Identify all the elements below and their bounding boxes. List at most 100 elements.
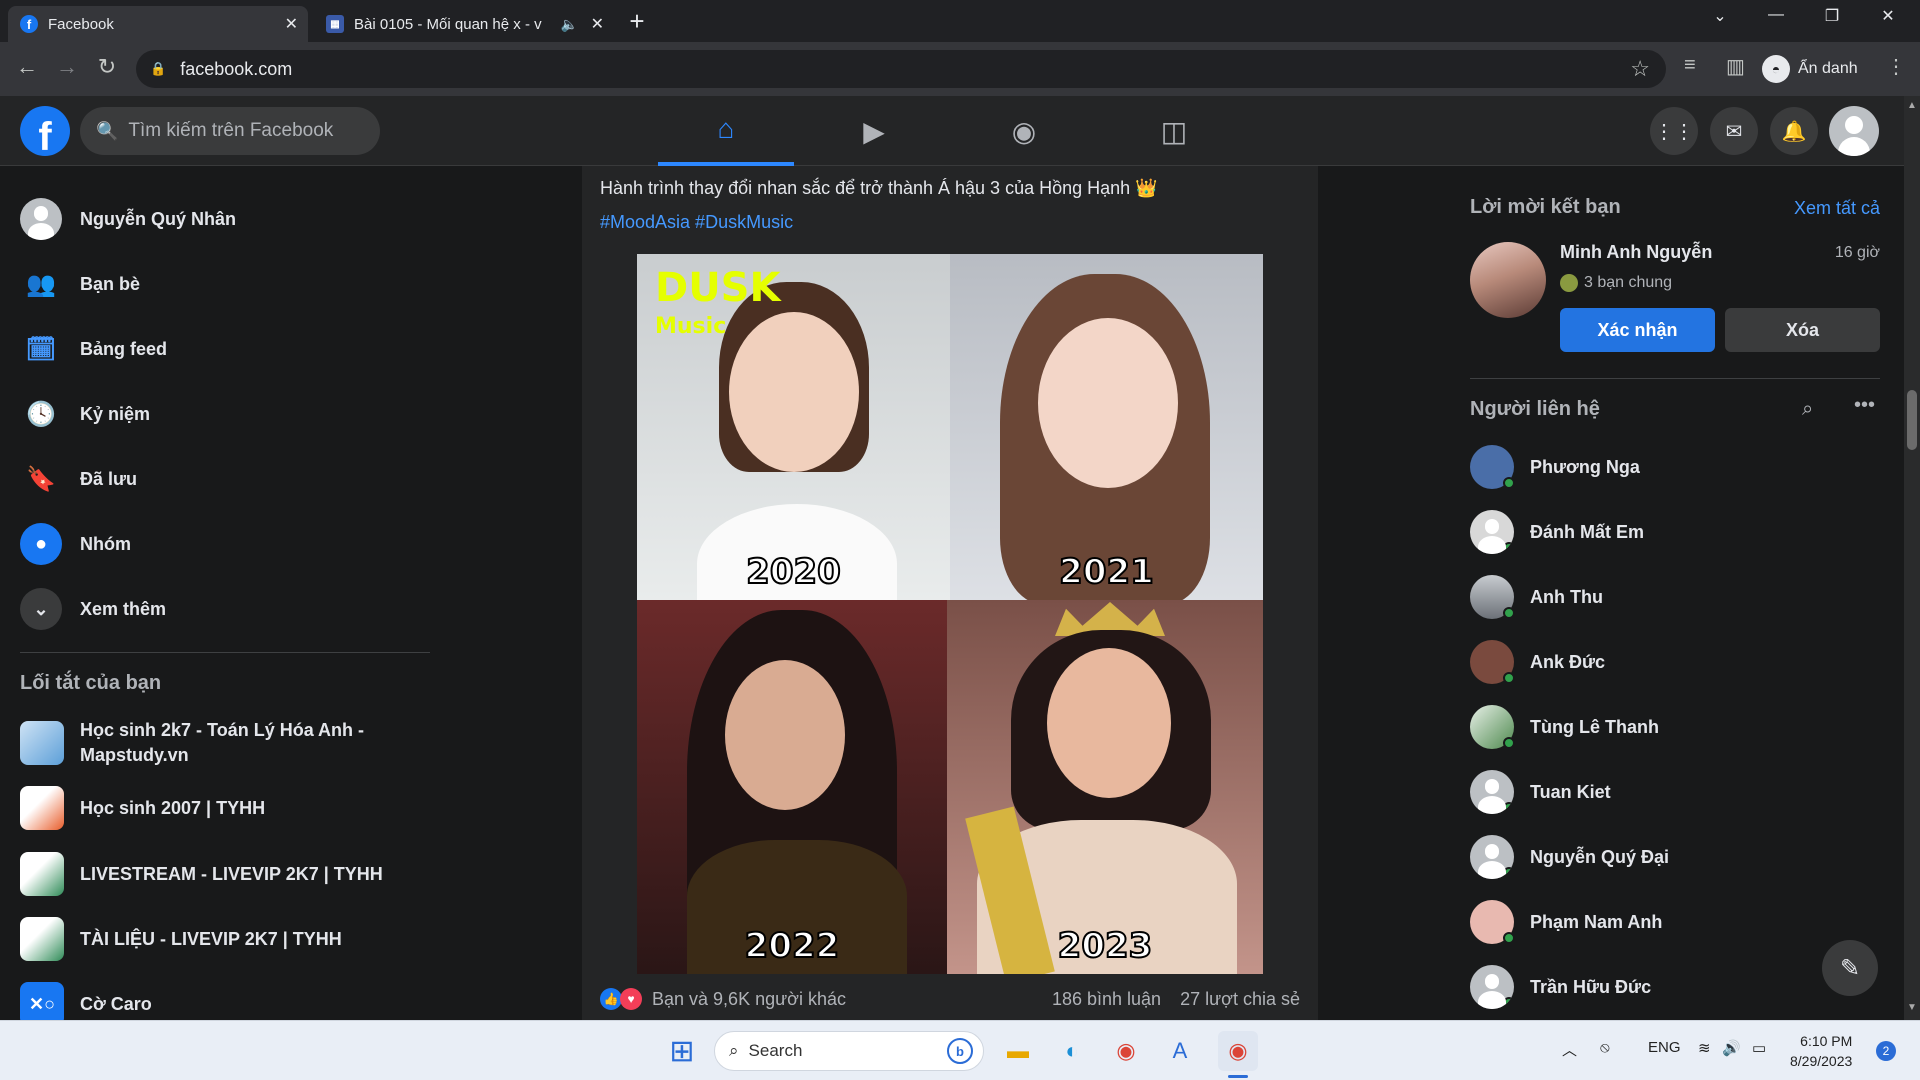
contact-avatar bbox=[1470, 900, 1515, 944]
forward-icon[interactable]: → bbox=[52, 54, 82, 80]
face-shape bbox=[1047, 648, 1171, 798]
scroll-down-icon[interactable]: ▼ bbox=[1907, 1002, 1917, 1013]
contact-item[interactable]: Ank Đức bbox=[1470, 637, 1605, 687]
contact-item[interactable]: Phạm Nam Anh bbox=[1470, 897, 1662, 947]
back-icon[interactable]: ← bbox=[12, 54, 42, 80]
see-all-link[interactable]: Xem tất cả bbox=[1794, 198, 1880, 219]
app-store-icon[interactable]: A bbox=[1160, 1031, 1200, 1071]
edge-icon[interactable]: ◐ bbox=[1052, 1031, 1092, 1071]
sidebar-item-profile[interactable]: Nguyễn Quý Nhân bbox=[20, 194, 236, 244]
friend-request-avatar[interactable] bbox=[1470, 242, 1546, 318]
messenger-icon: ✉ bbox=[1725, 120, 1743, 143]
comment-count[interactable]: 186 bình luận bbox=[1052, 989, 1161, 1009]
more-options-icon[interactable]: ••• bbox=[1854, 394, 1875, 417]
menu-button[interactable]: ⋮⋮ bbox=[1650, 107, 1698, 155]
bookmark-star-icon[interactable]: ☆ bbox=[1630, 56, 1650, 82]
file-explorer-icon[interactable]: ▬ bbox=[998, 1031, 1038, 1071]
close-tab-icon[interactable]: ✕ bbox=[591, 14, 604, 34]
shortcut-item[interactable]: Học sinh 2k7 - Toán Lý Hóa Anh - Mapstud… bbox=[20, 718, 364, 768]
contact-item[interactable]: Anh Thu bbox=[1470, 572, 1603, 622]
right-sidebar: Lời mời kết bạn Xem tất cả Minh Anh Nguy… bbox=[1470, 166, 1890, 1020]
page-scrollbar[interactable]: ▲ ▼ bbox=[1904, 96, 1920, 1020]
tab-search-icon[interactable]: ⌄ bbox=[1700, 6, 1740, 26]
volume-icon[interactable]: 🔊 bbox=[1722, 1039, 1741, 1057]
groups-tab[interactable]: ◉ bbox=[956, 96, 1092, 166]
shortcut-thumbnail bbox=[20, 786, 64, 830]
shortcut-item[interactable]: LIVESTREAM - LIVEVIP 2K7 | TYHH bbox=[20, 852, 383, 896]
account-avatar[interactable] bbox=[1829, 106, 1879, 156]
browser-tab-bar: f Facebook ✕ ▦ Bài 0105 - Mối quan hệ x … bbox=[0, 0, 1920, 42]
sidebar-item-memories[interactable]: 🕓 Kỷ niệm bbox=[20, 389, 150, 439]
bing-icon[interactable]: b bbox=[947, 1038, 973, 1064]
address-bar[interactable]: 🔒 facebook.com ☆ bbox=[136, 50, 1666, 88]
close-window-button[interactable]: ✕ bbox=[1868, 6, 1908, 26]
dusk-music-watermark: DUSK Music bbox=[655, 265, 781, 339]
battery-icon[interactable]: ▭ bbox=[1752, 1039, 1766, 1057]
incognito-badge[interactable]: ◓ Ẩn danh bbox=[1762, 50, 1858, 88]
tab-document[interactable]: ▦ Bài 0105 - Mối quan hệ x - v 🔈 ✕ bbox=[314, 6, 614, 42]
sidebar-item-saved[interactable]: 🔖 Đã lưu bbox=[20, 454, 137, 504]
online-indicator bbox=[1503, 737, 1515, 749]
friend-request-name[interactable]: Minh Anh Nguyễn bbox=[1560, 242, 1712, 263]
new-tab-button[interactable]: + bbox=[622, 6, 652, 36]
shortcut-item[interactable]: TÀI LIỆU - LIVEVIP 2K7 | TYHH bbox=[20, 917, 342, 961]
lock-icon[interactable]: 🔒 bbox=[150, 61, 166, 77]
windows-start-icon[interactable]: ⊞ bbox=[662, 1031, 702, 1071]
reading-list-icon[interactable]: ≡ bbox=[1684, 54, 1696, 77]
gaming-tab[interactable]: ◫ bbox=[1106, 96, 1242, 166]
watch-tab[interactable]: ▶ bbox=[806, 96, 942, 166]
side-panel-icon[interactable]: ▥ bbox=[1726, 54, 1745, 79]
mutual-friends[interactable]: 3 bạn chung bbox=[1560, 274, 1672, 292]
contact-item[interactable]: Tùng Lê Thanh bbox=[1470, 702, 1659, 752]
close-tab-icon[interactable]: ✕ bbox=[285, 14, 298, 34]
scroll-up-icon[interactable]: ▲ bbox=[1907, 100, 1917, 111]
browser-menu-icon[interactable]: ⋮ bbox=[1886, 54, 1906, 79]
delete-button[interactable]: Xóa bbox=[1725, 308, 1880, 352]
facebook-header: f 🔍 Tìm kiếm trên Facebook ⌂ ▶ ◉ ◫ ⋮⋮ ✉ … bbox=[0, 96, 1904, 166]
contact-item[interactable]: Đánh Mất Em bbox=[1470, 507, 1644, 557]
audio-playing-icon[interactable]: 🔈 bbox=[561, 16, 578, 33]
post-image[interactable]: DUSK Music 2020 2021 2022 2023 bbox=[637, 254, 1263, 974]
language-indicator[interactable]: ENG bbox=[1648, 1039, 1681, 1056]
sidebar-item-friends[interactable]: 👥 Bạn bè bbox=[20, 259, 140, 309]
sidebar-item-see-more[interactable]: ⌄ Xem thêm bbox=[20, 584, 166, 634]
contact-avatar bbox=[1470, 705, 1515, 749]
feed-post: Hành trình thay đổi nhan sắc để trở thàn… bbox=[582, 166, 1318, 1020]
restore-button[interactable]: ❐ bbox=[1812, 6, 1852, 26]
shortcut-label: Học sinh 2k7 - Toán Lý Hóa Anh - bbox=[80, 720, 365, 740]
post-hashtags[interactable]: #MoodAsia #DuskMusic bbox=[600, 212, 793, 233]
facebook-logo[interactable]: f bbox=[20, 106, 70, 156]
chrome-icon[interactable]: ◉ bbox=[1106, 1031, 1146, 1071]
minimize-button[interactable]: — bbox=[1756, 6, 1796, 24]
tab-facebook[interactable]: f Facebook ✕ bbox=[8, 6, 308, 42]
messenger-button[interactable]: ✉ bbox=[1710, 107, 1758, 155]
sidebar-item-groups[interactable]: ● Nhóm bbox=[20, 519, 131, 569]
contact-item[interactable]: Tuan Kiet bbox=[1470, 767, 1611, 817]
notification-badge[interactable]: 2 bbox=[1876, 1041, 1896, 1061]
search-input[interactable]: 🔍 Tìm kiếm trên Facebook bbox=[80, 107, 380, 155]
contact-item[interactable]: Phương Nga bbox=[1470, 442, 1640, 492]
new-message-button[interactable]: ✎ bbox=[1822, 940, 1878, 996]
system-clock[interactable]: 6:10 PM 8/29/2023 bbox=[1790, 1031, 1852, 1071]
confirm-button[interactable]: Xác nhận bbox=[1560, 308, 1715, 352]
contact-item[interactable]: Trần Hữu Đức bbox=[1470, 962, 1651, 1012]
contact-item[interactable]: Nguyễn Quý Đại bbox=[1470, 832, 1669, 882]
photo-2020: DUSK Music 2020 bbox=[637, 254, 950, 600]
tray-overflow-icon[interactable]: ︿ bbox=[1562, 1039, 1577, 1060]
home-tab[interactable]: ⌂ bbox=[658, 96, 794, 166]
shortcut-item[interactable]: Học sinh 2007 | TYHH bbox=[20, 786, 265, 830]
share-count[interactable]: 27 lượt chia sẻ bbox=[1180, 989, 1300, 1009]
clock-time: 6:10 PM bbox=[1800, 1033, 1853, 1049]
reload-icon[interactable]: ↻ bbox=[92, 54, 122, 80]
wifi-icon[interactable]: ≋ bbox=[1698, 1039, 1711, 1057]
network-off-icon[interactable]: ⦸ bbox=[1600, 1039, 1610, 1056]
scrollbar-thumb[interactable] bbox=[1907, 390, 1917, 450]
tab-title: Facebook bbox=[48, 15, 114, 33]
search-contacts-icon[interactable]: ⌕ bbox=[1802, 398, 1813, 421]
notifications-button[interactable]: 🔔 bbox=[1770, 107, 1818, 155]
reactions-summary[interactable]: Bạn và 9,6K người khác bbox=[652, 989, 846, 1010]
chrome-incognito-icon[interactable]: ◉ bbox=[1218, 1031, 1258, 1071]
post-footer: 👍 ♥ Bạn và 9,6K người khác 186 bình luận… bbox=[600, 984, 1300, 1014]
sidebar-item-feed[interactable]: 🗓 Bảng feed bbox=[20, 324, 167, 374]
taskbar-search[interactable]: ⌕ Search b bbox=[714, 1031, 984, 1071]
